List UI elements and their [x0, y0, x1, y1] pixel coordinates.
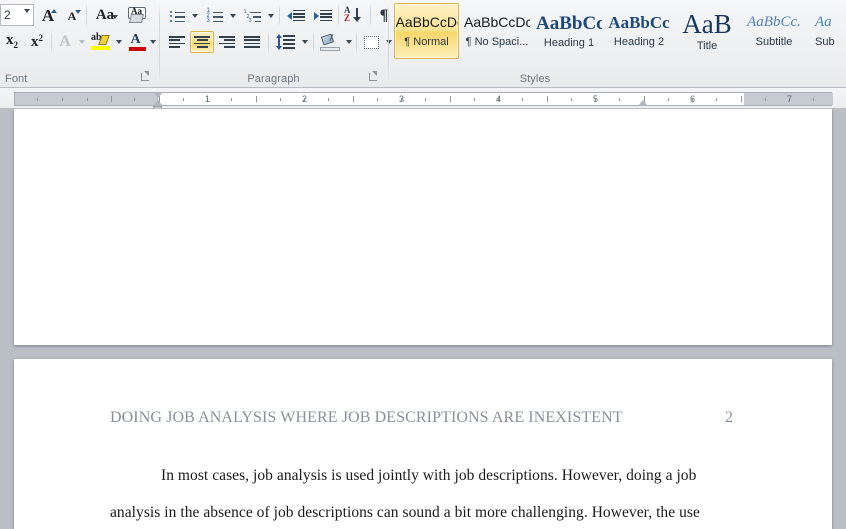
- style-preview: Aa: [815, 13, 832, 30]
- style-label: Heading 2: [613, 36, 665, 48]
- ribbon: 2 A A Aa Aa x2 x2 A ab A Font 1 2 3 1 2 …: [0, 0, 846, 88]
- styles-group-label: Styles: [519, 73, 551, 85]
- superscript-button[interactable]: x2: [25, 30, 49, 53]
- change-case-button[interactable]: Aa: [89, 4, 121, 27]
- multilevel-list-caret-icon[interactable]: [265, 4, 277, 27]
- document-page-1[interactable]: [14, 109, 832, 345]
- ruler-number: 2: [302, 94, 308, 104]
- ruler-track[interactable]: 1 2 3 4 5 6 7: [14, 92, 833, 106]
- ruler-number: 6: [690, 94, 696, 104]
- ruler-number: 5: [593, 94, 599, 104]
- document-header-page-number[interactable]: 2: [725, 409, 733, 427]
- font-size-value: 2: [4, 8, 11, 22]
- decrease-indent-button[interactable]: [283, 4, 309, 27]
- paragraph-dialog-launcher[interactable]: [367, 70, 380, 83]
- subscript-button[interactable]: x2: [0, 30, 24, 53]
- document-body-line[interactable]: analysis in the absence of job descripti…: [110, 504, 700, 522]
- style-no-spacing[interactable]: AaBbCcDc ¶ No Spaci...: [462, 3, 532, 59]
- font-color-icon: A: [128, 32, 146, 51]
- ribbon-group-paragraph: 123 1 2 3 A Z ¶ Paragraph: [161, 0, 392, 87]
- style-heading-2[interactable]: AaBbCc Heading 2: [605, 3, 673, 59]
- style-heading-1[interactable]: AaBbCс Heading 1: [535, 3, 603, 59]
- ruler-number: 3: [399, 94, 405, 104]
- style-preview: AaBbCс: [536, 13, 602, 33]
- borders-button[interactable]: [359, 31, 383, 53]
- style-label: ¶ No Spaci...: [465, 35, 529, 48]
- ruler-number: 1: [205, 94, 211, 104]
- style-preview: AaB: [682, 8, 732, 39]
- ribbon-group-styles: AaBbCcDc ¶ Normal AaBbCcDc ¶ No Spaci...…: [390, 0, 846, 87]
- clear-formatting-icon: Aa: [127, 6, 149, 25]
- paragraph-group-label: Paragraph: [247, 73, 300, 85]
- numbered-list-icon: 123: [207, 8, 223, 24]
- ruler-number: 4: [496, 94, 502, 104]
- style-preview: AaBbCcDc: [464, 14, 530, 29]
- decrease-indent-icon: [287, 9, 305, 22]
- justify-icon: [244, 36, 260, 48]
- align-right-icon: [219, 36, 235, 48]
- style-preview: AaBbCc.: [747, 13, 801, 30]
- multilevel-list-button[interactable]: 1 2 3: [241, 4, 265, 27]
- first-line-indent-marker[interactable]: [153, 92, 163, 98]
- right-indent-marker[interactable]: [638, 100, 648, 106]
- numbering-button[interactable]: 123: [203, 4, 227, 27]
- highlight-color-caret-icon[interactable]: [113, 30, 125, 53]
- bullets-button[interactable]: [165, 4, 189, 27]
- borders-icon: [363, 35, 379, 49]
- subscript-icon: x2: [6, 32, 18, 50]
- increase-indent-icon: [314, 9, 332, 22]
- ribbon-group-font: 2 A A Aa Aa x2 x2 A ab A Font: [0, 0, 158, 87]
- style-normal[interactable]: AaBbCcDc ¶ Normal: [394, 3, 459, 59]
- style-label: Subtitle: [755, 35, 793, 48]
- highlight-icon: ab: [91, 32, 111, 51]
- bullets-caret-icon[interactable]: [189, 4, 201, 27]
- superscript-icon: x2: [31, 32, 43, 50]
- text-highlight-color-button[interactable]: ab: [89, 30, 113, 53]
- style-label: ¶ Normal: [404, 35, 449, 48]
- style-preview: AaBbCcDc: [395, 14, 458, 29]
- font-color-caret-icon[interactable]: [148, 30, 158, 53]
- text-effects-button[interactable]: A: [54, 30, 76, 53]
- multilevel-list-icon: 1 2 3: [244, 9, 261, 24]
- document-canvas[interactable]: DOING JOB ANALYSIS WHERE JOB DESCRIPTION…: [0, 109, 846, 529]
- shading-paint-bucket-icon: [319, 33, 341, 51]
- ruler[interactable]: 1 2 3 4 5 6 7: [0, 88, 846, 111]
- numbering-caret-icon[interactable]: [227, 4, 239, 27]
- document-body-line[interactable]: In most cases, job analysis is used join…: [161, 467, 696, 485]
- shading-button[interactable]: [317, 31, 343, 53]
- font-size-combo[interactable]: 2: [0, 4, 34, 30]
- line-spacing-caret-icon[interactable]: [299, 31, 310, 53]
- document-header-text[interactable]: DOING JOB ANALYSIS WHERE JOB DESCRIPTION…: [110, 409, 623, 427]
- document-page-2[interactable]: DOING JOB ANALYSIS WHERE JOB DESCRIPTION…: [14, 359, 832, 529]
- sort-az-icon: A Z: [344, 6, 364, 24]
- style-label: Heading 1: [543, 36, 595, 49]
- font-dialog-launcher[interactable]: [139, 70, 152, 83]
- align-right-button[interactable]: [215, 31, 239, 53]
- style-label: Title: [696, 39, 718, 52]
- align-center-button[interactable]: [190, 31, 214, 53]
- clear-formatting-button[interactable]: Aa: [124, 4, 152, 27]
- style-subtitle[interactable]: AaBbCc. Subtitle: [740, 3, 808, 59]
- sort-button[interactable]: A Z: [341, 4, 367, 27]
- align-left-icon: [169, 36, 185, 48]
- align-left-button[interactable]: [165, 31, 189, 53]
- justify-button[interactable]: [240, 31, 264, 53]
- style-title[interactable]: AaB Title: [677, 3, 737, 59]
- increase-indent-button[interactable]: [310, 4, 336, 27]
- shrink-font-button[interactable]: A: [60, 4, 84, 27]
- style-label: Sub: [815, 35, 835, 48]
- ruler-number: 7: [787, 94, 793, 104]
- style-subtle-emphasis[interactable]: Aa Sub: [810, 3, 846, 59]
- text-effects-caret-icon[interactable]: [76, 30, 88, 53]
- line-spacing-icon: [276, 34, 296, 50]
- chevron-down-icon[interactable]: [24, 9, 30, 31]
- line-spacing-button[interactable]: [273, 31, 299, 53]
- font-color-button[interactable]: A: [126, 30, 148, 53]
- align-center-icon: [194, 36, 210, 48]
- style-preview: AaBbCc: [608, 13, 670, 32]
- grow-font-button[interactable]: A: [36, 4, 60, 27]
- shading-caret-icon[interactable]: [343, 31, 354, 53]
- bullet-list-icon: [169, 10, 185, 23]
- text-effects-icon: A: [59, 32, 71, 50]
